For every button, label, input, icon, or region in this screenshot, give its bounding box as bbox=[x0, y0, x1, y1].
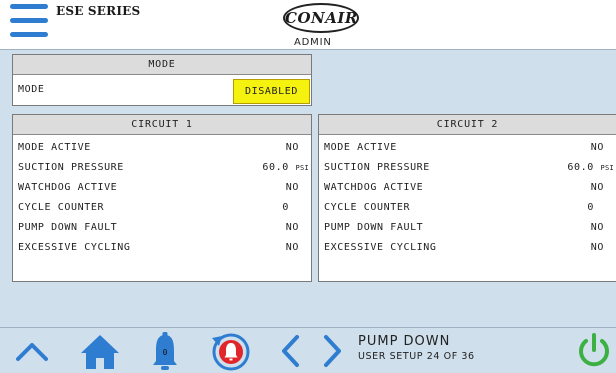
series-label: ESE SERIES bbox=[56, 4, 141, 18]
chevron-up-icon[interactable] bbox=[14, 336, 50, 366]
row-value: 0 bbox=[282, 202, 289, 213]
row-value: 0 bbox=[587, 202, 594, 213]
screen-subtitle: USER SETUP 24 OF 36 bbox=[358, 351, 475, 362]
row-value: NO bbox=[285, 222, 299, 233]
circuit-2-row-excessive-cycling: EXCESSIVE CYCLING NO bbox=[319, 238, 616, 258]
logo-text: CONAIR bbox=[285, 9, 358, 27]
circuit-2-row-watchdog-active: WATCHDOG ACTIVE NO bbox=[319, 178, 616, 198]
footer-bar: 0 bbox=[0, 327, 616, 373]
row-value: NO bbox=[285, 182, 299, 193]
row-label: EXCESSIVE CYCLING bbox=[324, 242, 437, 253]
circuit-2-row-suction-pressure: SUCTION PRESSURE 60.0 PSI bbox=[319, 158, 616, 178]
circuit-1-row-watchdog-active: WATCHDOG ACTIVE NO bbox=[13, 178, 311, 198]
row-value: NO bbox=[590, 242, 604, 253]
row-value: NO bbox=[590, 142, 604, 153]
row-label: MODE ACTIVE bbox=[18, 142, 91, 153]
hamburger-menu-icon[interactable] bbox=[10, 2, 48, 40]
row-label: CYCLE COUNTER bbox=[18, 202, 105, 213]
row-label: MODE ACTIVE bbox=[324, 142, 397, 153]
circuit-2-title: CIRCUIT 2 bbox=[319, 115, 616, 135]
home-icon[interactable] bbox=[80, 333, 120, 371]
circuit-1-row-mode-active: MODE ACTIVE NO bbox=[13, 138, 311, 158]
chevron-left-icon[interactable] bbox=[277, 334, 305, 368]
row-label: SUCTION PRESSURE bbox=[18, 162, 124, 173]
row-value: NO bbox=[590, 182, 604, 193]
mode-label: MODE bbox=[18, 84, 45, 95]
user-role-label: ADMIN bbox=[294, 37, 332, 48]
row-label: SUCTION PRESSURE bbox=[324, 162, 430, 173]
header-divider bbox=[0, 49, 616, 50]
row-value: NO bbox=[285, 142, 299, 153]
row-label: CYCLE COUNTER bbox=[324, 202, 411, 213]
row-label: WATCHDOG ACTIVE bbox=[324, 182, 424, 193]
circuit-1-row-excessive-cycling: EXCESSIVE CYCLING NO bbox=[13, 238, 311, 258]
circuit-2-row-pump-down-fault: PUMP DOWN FAULT NO bbox=[319, 218, 616, 238]
circuit-1-panel: CIRCUIT 1 MODE ACTIVE NO SUCTION PRESSUR… bbox=[12, 114, 312, 282]
mode-panel-title: MODE bbox=[13, 55, 311, 75]
alarm-history-icon[interactable] bbox=[210, 330, 252, 372]
row-label: PUMP DOWN FAULT bbox=[324, 222, 424, 233]
row-value: 60.0 PSI bbox=[567, 162, 614, 173]
row-value: 60.0 PSI bbox=[262, 162, 309, 173]
circuit-2-row-mode-active: MODE ACTIVE NO bbox=[319, 138, 616, 158]
row-value: NO bbox=[590, 222, 604, 233]
alarm-count: 0 bbox=[162, 348, 168, 357]
chevron-right-icon[interactable] bbox=[318, 334, 346, 368]
circuit-1-row-pump-down-fault: PUMP DOWN FAULT NO bbox=[13, 218, 311, 238]
circuit-1-row-suction-pressure: SUCTION PRESSURE 60.0 PSI bbox=[13, 158, 311, 178]
power-icon[interactable] bbox=[576, 332, 612, 370]
header-bar: ESE SERIES CONAIR ADMIN bbox=[0, 0, 616, 50]
pressure-unit: PSI bbox=[295, 164, 309, 172]
circuit-2-panel: CIRCUIT 2 MODE ACTIVE NO SUCTION PRESSUR… bbox=[318, 114, 616, 282]
mode-value-button[interactable]: DISABLED bbox=[233, 79, 310, 104]
row-value: NO bbox=[285, 242, 299, 253]
screen-title: PUMP DOWN bbox=[358, 334, 451, 349]
circuit-2-row-cycle-counter: CYCLE COUNTER 0 bbox=[319, 198, 616, 218]
circuit-1-row-cycle-counter: CYCLE COUNTER 0 bbox=[13, 198, 311, 218]
pressure-unit: PSI bbox=[600, 164, 614, 172]
circuit-1-title: CIRCUIT 1 bbox=[13, 115, 311, 135]
conair-logo: CONAIR bbox=[283, 3, 359, 33]
alarm-bell-button[interactable]: 0 bbox=[150, 331, 180, 371]
row-label: PUMP DOWN FAULT bbox=[18, 222, 118, 233]
row-label: WATCHDOG ACTIVE bbox=[18, 182, 118, 193]
row-label: EXCESSIVE CYCLING bbox=[18, 242, 131, 253]
